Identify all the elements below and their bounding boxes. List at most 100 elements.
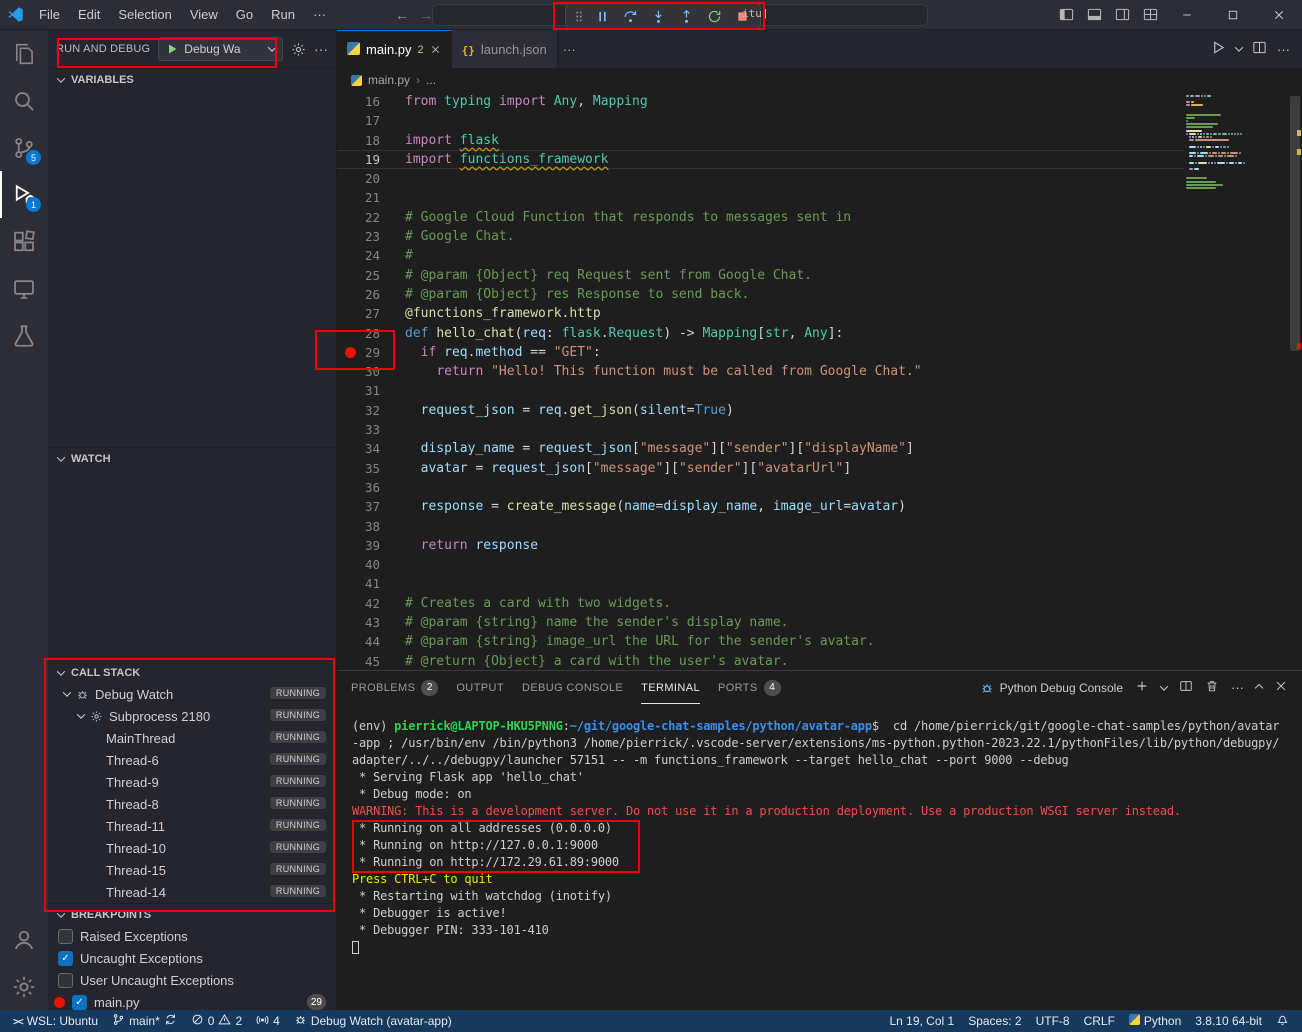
more-actions-icon[interactable]: ··· — [1277, 42, 1290, 57]
line-number[interactable]: 22 — [337, 208, 389, 227]
line-number[interactable]: 17 — [337, 111, 389, 130]
account-icon[interactable] — [0, 916, 48, 963]
panel-tab-output[interactable]: OUTPUT — [456, 671, 504, 704]
line-number[interactable]: 41 — [337, 574, 389, 593]
line-number[interactable]: 37 — [337, 497, 389, 516]
more-actions-icon[interactable]: ··· — [1231, 680, 1244, 695]
checkbox[interactable]: ✓ — [58, 951, 73, 966]
more-actions-icon[interactable]: ··· — [314, 41, 328, 57]
line-number[interactable]: 38 — [337, 517, 389, 536]
menu-go[interactable]: Go — [227, 0, 262, 30]
testing-icon[interactable] — [0, 312, 48, 359]
maximize-button[interactable] — [1210, 0, 1256, 30]
status-item-ports-forwarded[interactable]: 4 — [249, 1010, 287, 1032]
run-and-debug-icon[interactable]: 1 — [0, 171, 48, 218]
line-number[interactable]: 28 — [337, 324, 389, 343]
kill-terminal-icon[interactable] — [1205, 679, 1219, 696]
line-number[interactable]: 33 — [337, 420, 389, 439]
status-item-eol[interactable]: CRLF — [1077, 1010, 1122, 1032]
remote-explorer-icon[interactable] — [0, 265, 48, 312]
source-control-icon[interactable]: 5 — [0, 124, 48, 171]
gear-icon[interactable] — [291, 42, 306, 57]
close-button[interactable] — [1256, 0, 1302, 30]
tab-main.py[interactable]: main.py2 — [337, 30, 452, 68]
run-python-file-icon[interactable] — [1211, 40, 1226, 58]
line-number[interactable]: 32 — [337, 401, 389, 420]
status-item-interpreter[interactable]: 3.8.10 64-bit — [1188, 1010, 1269, 1032]
breakpoint-item[interactable]: User Uncaught Exceptions — [48, 969, 336, 991]
breakpoint-dot[interactable] — [345, 347, 356, 358]
line-number[interactable]: 35 — [337, 459, 389, 478]
panel-tab-terminal[interactable]: TERMINAL — [641, 671, 700, 704]
panel-tab-problems[interactable]: PROBLEMS2 — [351, 671, 438, 704]
panel-tab-ports[interactable]: PORTS4 — [718, 671, 781, 704]
line-number[interactable]: 29 — [337, 343, 389, 362]
breadcrumb[interactable]: main.py › ... — [337, 68, 1302, 92]
call-stack-row[interactable]: Thread-10RUNNING — [48, 837, 336, 859]
breadcrumb-file[interactable]: main.py — [368, 73, 410, 87]
step-into-icon[interactable] — [646, 5, 670, 27]
line-number[interactable]: 31 — [337, 381, 389, 400]
call-stack-row[interactable]: Thread-6RUNNING — [48, 749, 336, 771]
panel-tab-debug-console[interactable]: DEBUG CONSOLE — [522, 671, 623, 704]
chevron-down-icon[interactable] — [1235, 43, 1243, 51]
line-number[interactable]: 27 — [337, 304, 389, 323]
call-stack-row[interactable]: Thread-14RUNNING — [48, 881, 336, 903]
line-number[interactable]: 36 — [337, 478, 389, 497]
split-terminal-icon[interactable] — [1179, 679, 1193, 696]
call-stack-row[interactable]: Thread-11RUNNING — [48, 815, 336, 837]
line-number[interactable]: 16 — [337, 92, 389, 111]
back-arrow-icon[interactable]: ← — [395, 7, 409, 23]
minimap[interactable] — [1186, 94, 1286, 190]
line-number[interactable]: 26 — [337, 285, 389, 304]
tab-launch.json[interactable]: {}launch.json — [452, 30, 558, 68]
settings-gear-icon[interactable] — [0, 963, 48, 1010]
chevron-down-icon[interactable] — [1160, 682, 1168, 690]
search-icon[interactable] — [0, 77, 48, 124]
menu-run[interactable]: Run — [262, 0, 304, 30]
checkbox[interactable] — [58, 973, 73, 988]
call-stack-row[interactable]: MainThreadRUNNING — [48, 727, 336, 749]
status-item-encoding[interactable]: UTF-8 — [1029, 1010, 1077, 1032]
pause-icon[interactable] — [590, 5, 614, 27]
menu-selection[interactable]: Selection — [109, 0, 180, 30]
variables-section-header[interactable]: VARIABLES — [48, 68, 336, 90]
terminal-instance[interactable]: Python Debug Console — [980, 681, 1123, 695]
call-stack-row[interactable]: Subprocess 2180RUNNING — [48, 705, 336, 727]
status-item-remote-indicator[interactable]: ><WSL: Ubuntu — [6, 1010, 105, 1032]
chevron-up-icon[interactable] — [1255, 683, 1263, 691]
status-item-notifications[interactable] — [1269, 1010, 1296, 1032]
line-number[interactable]: 19 — [337, 150, 389, 169]
line-number[interactable]: 34 — [337, 439, 389, 458]
status-item-problems[interactable]: 02 — [184, 1010, 249, 1032]
status-item-git-branch[interactable]: main* — [105, 1010, 184, 1032]
step-out-icon[interactable] — [674, 5, 698, 27]
menu-edit[interactable]: Edit — [69, 0, 109, 30]
split-editor-icon[interactable] — [1252, 40, 1267, 58]
breakpoint-item[interactable]: ✓Uncaught Exceptions — [48, 947, 336, 969]
call-stack-row[interactable]: Thread-9RUNNING — [48, 771, 336, 793]
editor-scrollbar[interactable] — [1288, 92, 1302, 670]
menu-file[interactable]: File — [30, 0, 69, 30]
breadcrumb-symbol[interactable]: ... — [426, 73, 436, 87]
toggle-sidebar-icon[interactable] — [1052, 0, 1080, 30]
close-icon[interactable] — [430, 44, 441, 55]
call-stack-row[interactable]: Thread-8RUNNING — [48, 793, 336, 815]
tab-overflow[interactable]: ··· — [558, 30, 581, 68]
line-number[interactable]: 18 — [337, 131, 389, 150]
line-number[interactable]: 44 — [337, 632, 389, 651]
new-terminal-icon[interactable] — [1135, 679, 1149, 696]
line-number[interactable]: 42 — [337, 594, 389, 613]
toggle-panel-icon[interactable] — [1080, 0, 1108, 30]
line-number[interactable]: 40 — [337, 555, 389, 574]
watch-section-header[interactable]: WATCH — [48, 447, 336, 469]
debug-config-dropdown[interactable]: Debug Wa — [158, 37, 283, 61]
line-number[interactable]: 45 — [337, 652, 389, 670]
checkbox[interactable] — [58, 929, 73, 944]
start-debug-icon[interactable] — [166, 43, 178, 55]
line-number[interactable]: 23 — [337, 227, 389, 246]
menu-view[interactable]: View — [181, 0, 227, 30]
status-item-cursor-position[interactable]: Ln 19, Col 1 — [882, 1010, 961, 1032]
line-number[interactable]: 24 — [337, 246, 389, 265]
breakpoints-section-header[interactable]: BREAKPOINTS — [48, 903, 336, 925]
